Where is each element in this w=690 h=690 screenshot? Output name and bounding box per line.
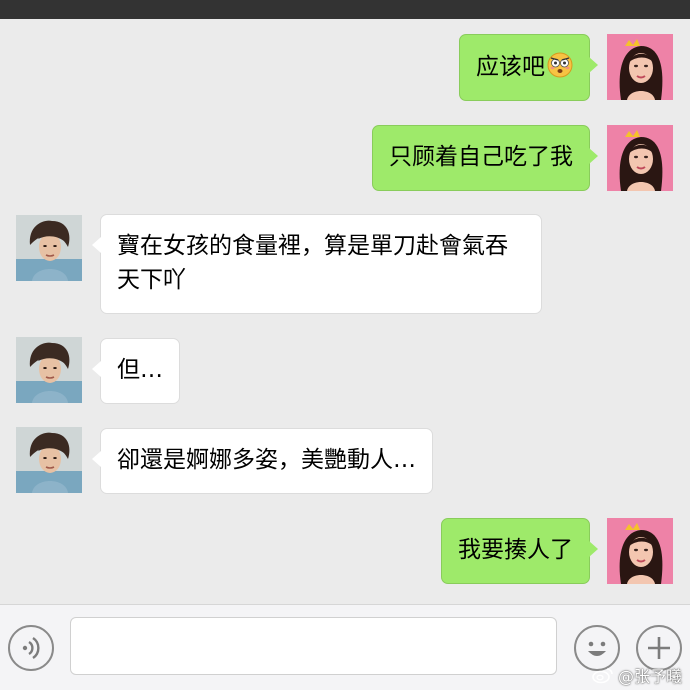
message-row: 我要揍人了: [0, 509, 690, 604]
message-row: 卻還是婀娜多姿，美艷動人…: [0, 419, 690, 509]
chat-message-list[interactable]: 应该吧 只顾着自己吃了我 寶在女孩的食量裡，算是單刀赴會氣吞天下吖 但… 卻還是…: [0, 19, 690, 604]
avatar-self[interactable]: [607, 518, 673, 584]
chat-screen: 应该吧 只顾着自己吃了我 寶在女孩的食量裡，算是單刀赴會氣吞天下吖 但… 卻還是…: [0, 0, 690, 690]
chat-input-bar: @张予曦: [0, 604, 690, 690]
message-bubble-received[interactable]: 寶在女孩的食量裡，算是單刀赴會氣吞天下吖: [92, 214, 542, 314]
avatar-self[interactable]: [607, 34, 673, 100]
flushed-face-emoji: [547, 52, 573, 78]
woman-avatar-icon: [607, 125, 673, 191]
weibo-watermark: @张予曦: [592, 663, 682, 687]
voice-icon: [22, 637, 40, 659]
message-text: 只顾着自己吃了我: [389, 144, 573, 170]
man-avatar-icon: [16, 337, 82, 403]
avatar-contact[interactable]: [16, 337, 82, 403]
message-bubble-received[interactable]: 卻還是婀娜多姿，美艷動人…: [92, 428, 433, 494]
man-avatar-icon: [16, 427, 82, 493]
avatar-contact[interactable]: [16, 427, 82, 493]
message-text: 我要揍人了: [458, 537, 573, 563]
man-avatar-icon: [16, 215, 82, 281]
woman-avatar-icon: [607, 518, 673, 584]
voice-button[interactable]: [8, 625, 54, 671]
weibo-icon: [592, 668, 613, 684]
message-text: 应该吧: [476, 54, 545, 80]
message-bubble-sent[interactable]: 我要揍人了: [441, 518, 598, 584]
message-bubble-sent[interactable]: 只顾着自己吃了我: [372, 125, 598, 191]
status-bar: [0, 0, 690, 19]
watermark-text: @张予曦: [617, 667, 682, 686]
message-row: 寶在女孩的食量裡，算是單刀赴會氣吞天下吖: [0, 209, 690, 329]
message-input[interactable]: [70, 617, 557, 675]
message-bubble-sent[interactable]: 应该吧: [459, 34, 598, 101]
message-row: 只顾着自己吃了我: [0, 109, 690, 209]
woman-avatar-icon: [607, 34, 673, 100]
avatar-self[interactable]: [607, 125, 673, 191]
message-bubble-received[interactable]: 但…: [92, 338, 180, 404]
avatar-contact[interactable]: [16, 215, 82, 281]
message-row: 但…: [0, 329, 690, 419]
message-text: 但…: [117, 357, 163, 383]
message-row: 应该吧: [0, 19, 690, 109]
message-text: 卻還是婀娜多姿，美艷動人…: [117, 447, 416, 473]
message-text: 寶在女孩的食量裡，算是單刀赴會氣吞天下吖: [117, 233, 508, 293]
